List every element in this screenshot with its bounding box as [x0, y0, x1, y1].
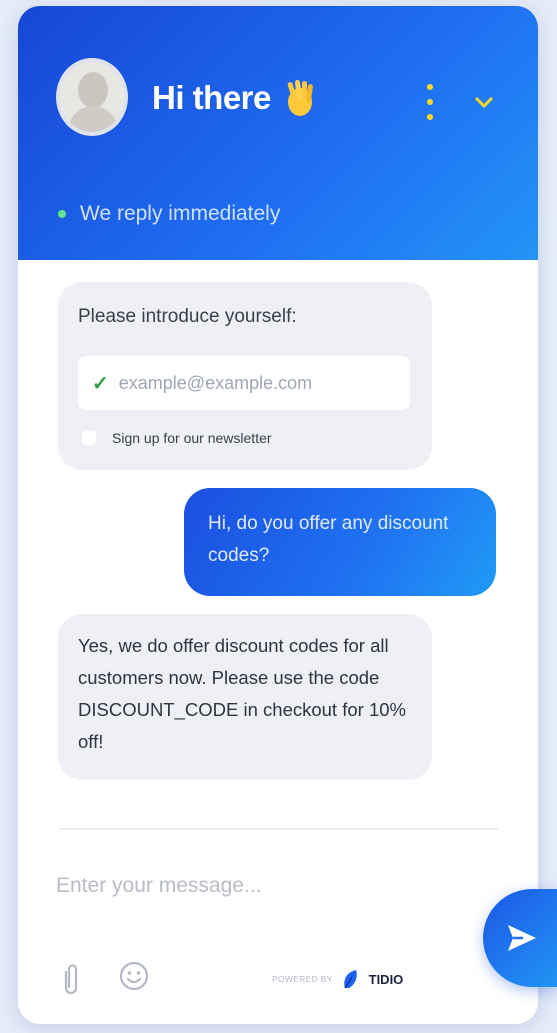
chat-header: Hi there We reply immediately: [18, 6, 538, 260]
powered-by-text: POWERED BY: [272, 974, 333, 984]
header-title: Hi there: [152, 79, 271, 116]
message-input[interactable]: Enter your message...: [56, 874, 261, 898]
status-line: We reply immediately: [58, 202, 280, 226]
newsletter-label: Sign up for our newsletter: [112, 430, 272, 446]
composer-divider: [58, 828, 498, 830]
avatar-face: [78, 72, 108, 108]
email-field[interactable]: ✓ example@example.com: [78, 356, 410, 410]
chevron-down-icon[interactable]: [470, 88, 498, 116]
powered-by[interactable]: POWERED BY TIDIO: [272, 968, 403, 990]
emoji-icon[interactable]: [118, 960, 150, 992]
more-options-icon[interactable]: [422, 84, 438, 120]
visitor-message: Hi, do you offer any discount codes?: [184, 488, 496, 596]
avatar: [56, 58, 128, 136]
send-icon: [508, 925, 536, 951]
check-icon: ✓: [92, 372, 109, 395]
email-placeholder: example@example.com: [118, 372, 313, 393]
paperclip-icon[interactable]: [60, 960, 82, 998]
header-title-row: Hi there: [152, 78, 317, 118]
tidio-logo-icon: [343, 970, 357, 989]
online-status-dot: [58, 210, 66, 218]
operator-message: Yes, we do offer discount codes for all …: [58, 614, 432, 780]
waving-hand-icon: [287, 80, 313, 116]
status-text: We reply immediately: [80, 202, 281, 225]
avatar-torso: [68, 106, 118, 132]
contact-form-card: Please introduce yourself: ✓ example@exa…: [58, 282, 432, 470]
brand-name: TIDIO: [368, 971, 404, 987]
chat-widget: Hi there We reply immediately Please int…: [18, 6, 538, 1024]
newsletter-checkbox[interactable]: [82, 431, 96, 445]
form-title: Please introduce yourself:: [78, 306, 297, 327]
visitor-message-text: Hi, do you offer any discount codes?: [208, 513, 449, 566]
newsletter-checkbox-row[interactable]: Sign up for our newsletter: [82, 430, 272, 446]
operator-message-text: Yes, we do offer discount codes for all …: [78, 635, 406, 752]
